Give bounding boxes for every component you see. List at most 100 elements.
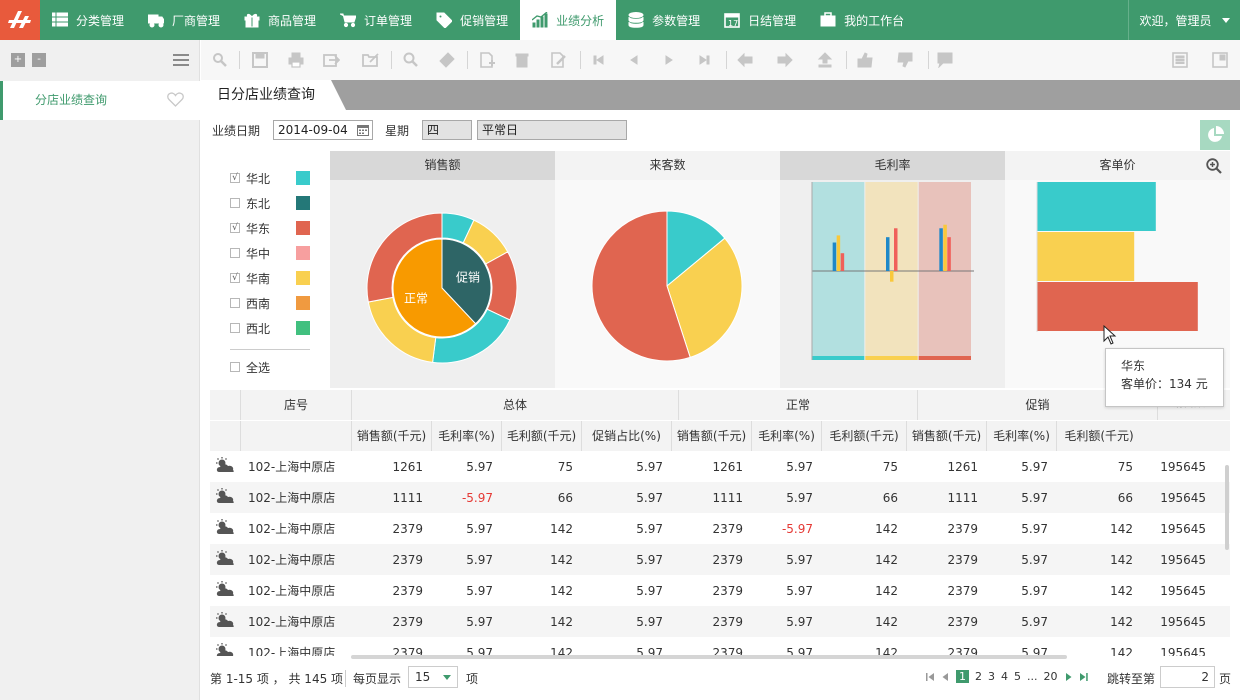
thumb-down-icon[interactable] [896, 52, 914, 68]
table-cell: 75 [1117, 459, 1133, 474]
checkbox[interactable] [230, 362, 240, 372]
calendar-icon[interactable] [357, 124, 369, 136]
legend-item[interactable]: √ 华东 [230, 218, 322, 238]
last-page-icon[interactable] [695, 52, 713, 68]
checkbox[interactable] [230, 198, 240, 208]
checkbox[interactable] [230, 248, 240, 258]
date-input[interactable]: 2014-09-04 [273, 120, 373, 140]
avg-price-bar[interactable] [1037, 282, 1198, 331]
nav-item-truck[interactable]: 厂商管理 [136, 0, 232, 40]
sales-type-label: 促销 [456, 271, 480, 285]
comment-icon[interactable] [936, 52, 954, 68]
calendar-icon: 17 [724, 13, 740, 28]
table-row[interactable]: 102-上海中原店 1111 -5.97 66 5.97 1111 5.97 66 1111 5.… [210, 482, 1230, 513]
checkbox[interactable]: √ [230, 223, 240, 233]
nav-item-gift[interactable]: 商品管理 [232, 0, 328, 40]
tab-daily-store-performance[interactable]: 日分店业绩查询 [201, 80, 346, 110]
thumb-up-icon[interactable] [856, 52, 874, 68]
heart-icon[interactable] [167, 92, 184, 107]
page-link[interactable]: 5 [1014, 670, 1021, 683]
vertical-scrollbar[interactable] [1225, 465, 1229, 550]
expand-all-button[interactable]: + [11, 53, 25, 67]
nav-item-tag[interactable]: 促销管理 [424, 0, 520, 40]
checkbox[interactable]: √ [230, 273, 240, 283]
horizontal-scrollbar[interactable] [351, 655, 1067, 659]
first-page-icon[interactable] [926, 672, 935, 682]
nav-item-list[interactable]: 分类管理 [40, 0, 136, 40]
legend-item[interactable]: 东北 [230, 193, 322, 213]
checkbox[interactable] [230, 323, 240, 333]
print-icon[interactable] [287, 52, 305, 68]
next-page-icon[interactable] [660, 52, 678, 68]
jump-page-input[interactable]: 2 [1160, 666, 1215, 688]
page-link[interactable]: 20 [1044, 670, 1058, 683]
margin-bar[interactable] [939, 228, 943, 271]
legend-item[interactable]: √ 华北 [230, 168, 322, 188]
chart-toggle-button[interactable] [1200, 120, 1230, 150]
save-icon[interactable] [251, 52, 269, 68]
upload-icon[interactable] [816, 52, 834, 68]
margin-bar[interactable] [886, 237, 890, 271]
page-link[interactable]: 3 [988, 670, 995, 683]
forward-arrow-icon[interactable] [776, 52, 794, 68]
margin-bar[interactable] [890, 271, 894, 282]
checkbox[interactable] [230, 298, 240, 308]
legend-item[interactable]: 西南 [230, 293, 322, 313]
table-row[interactable]: 102-上海中原店 1261 5.97 75 5.97 1261 5.97 75 1261 5.9… [210, 451, 1230, 482]
menu-icon[interactable] [173, 54, 189, 67]
legend-item[interactable]: √ 华南 [230, 268, 322, 288]
export-icon[interactable] [322, 52, 340, 68]
per-page-select[interactable]: 15 [408, 666, 458, 688]
page-link[interactable]: 1 [956, 670, 969, 683]
table-cell: 5.97 [636, 614, 663, 629]
search-settings-icon[interactable] [211, 52, 229, 68]
open-icon[interactable] [361, 52, 379, 68]
sidebar-item-store-performance[interactable]: 分店业绩查询 [0, 81, 200, 120]
table-row[interactable]: 102-上海中原店 2379 5.97 142 5.97 2379 5.97 142 2379 5… [210, 575, 1230, 606]
nav-item-database[interactable]: 参数管理 [616, 0, 712, 40]
add-document-icon[interactable] [478, 52, 496, 68]
zoom-in-icon[interactable] [1206, 158, 1222, 174]
eraser-icon[interactable] [438, 52, 456, 68]
table-cell: 195645 [1160, 490, 1206, 505]
logo-icon[interactable] [0, 0, 40, 40]
prev-page-icon[interactable] [941, 672, 950, 682]
page-link[interactable]: ... [1027, 670, 1038, 683]
page-link[interactable]: 4 [1001, 670, 1008, 683]
next-page-icon[interactable] [1064, 672, 1073, 682]
date-value: 2014-09-04 [278, 123, 348, 137]
table-row[interactable]: 102-上海中原店 2379 5.97 142 5.97 2379 5.97 142 2379 5… [210, 637, 1230, 656]
avg-price-bar[interactable] [1037, 182, 1156, 231]
avg-price-bar[interactable] [1037, 232, 1135, 281]
margin-bar[interactable] [840, 253, 845, 271]
back-arrow-icon[interactable] [736, 52, 754, 68]
margin-bar[interactable] [836, 235, 841, 271]
select-all-checkbox[interactable]: 全选 [230, 357, 322, 377]
last-page-icon[interactable] [1079, 672, 1088, 682]
table-row[interactable]: 102-上海中原店 2379 5.97 142 5.97 2379 -5.97 142 2379… [210, 513, 1230, 544]
margin-bar[interactable] [943, 224, 947, 271]
nav-item-briefcase[interactable]: 我的工作台 [808, 0, 916, 40]
margin-bar[interactable] [947, 237, 951, 271]
nav-item-cart[interactable]: 订单管理 [328, 0, 424, 40]
delete-icon[interactable] [513, 52, 531, 68]
legend-item[interactable]: 华中 [230, 243, 322, 263]
margin-panel-title: 毛利率 [780, 151, 1005, 180]
prev-page-icon[interactable] [625, 52, 643, 68]
details-icon[interactable] [1171, 52, 1189, 68]
checkbox[interactable]: √ [230, 173, 240, 183]
search-icon[interactable] [402, 52, 420, 68]
nav-item-calendar[interactable]: 17 日结管理 [712, 0, 808, 40]
collapse-all-button[interactable]: - [32, 53, 46, 67]
table-row[interactable]: 102-上海中原店 2379 5.97 142 5.97 2379 5.97 142 2379 5… [210, 544, 1230, 575]
nav-item-chart[interactable]: 业绩分析 [520, 0, 617, 40]
edit-document-icon[interactable] [549, 52, 567, 68]
user-menu[interactable]: 欢迎，管理员 [1128, 0, 1240, 40]
margin-bar[interactable] [894, 228, 898, 271]
window-icon[interactable] [1211, 52, 1229, 68]
table-row[interactable]: 102-上海中原店 2379 5.97 142 5.97 2379 5.97 142 2379 5… [210, 606, 1230, 637]
first-page-icon[interactable] [590, 52, 608, 68]
page-link[interactable]: 2 [975, 670, 982, 683]
margin-bar[interactable] [832, 242, 837, 271]
legend-item[interactable]: 西北 [230, 318, 322, 338]
